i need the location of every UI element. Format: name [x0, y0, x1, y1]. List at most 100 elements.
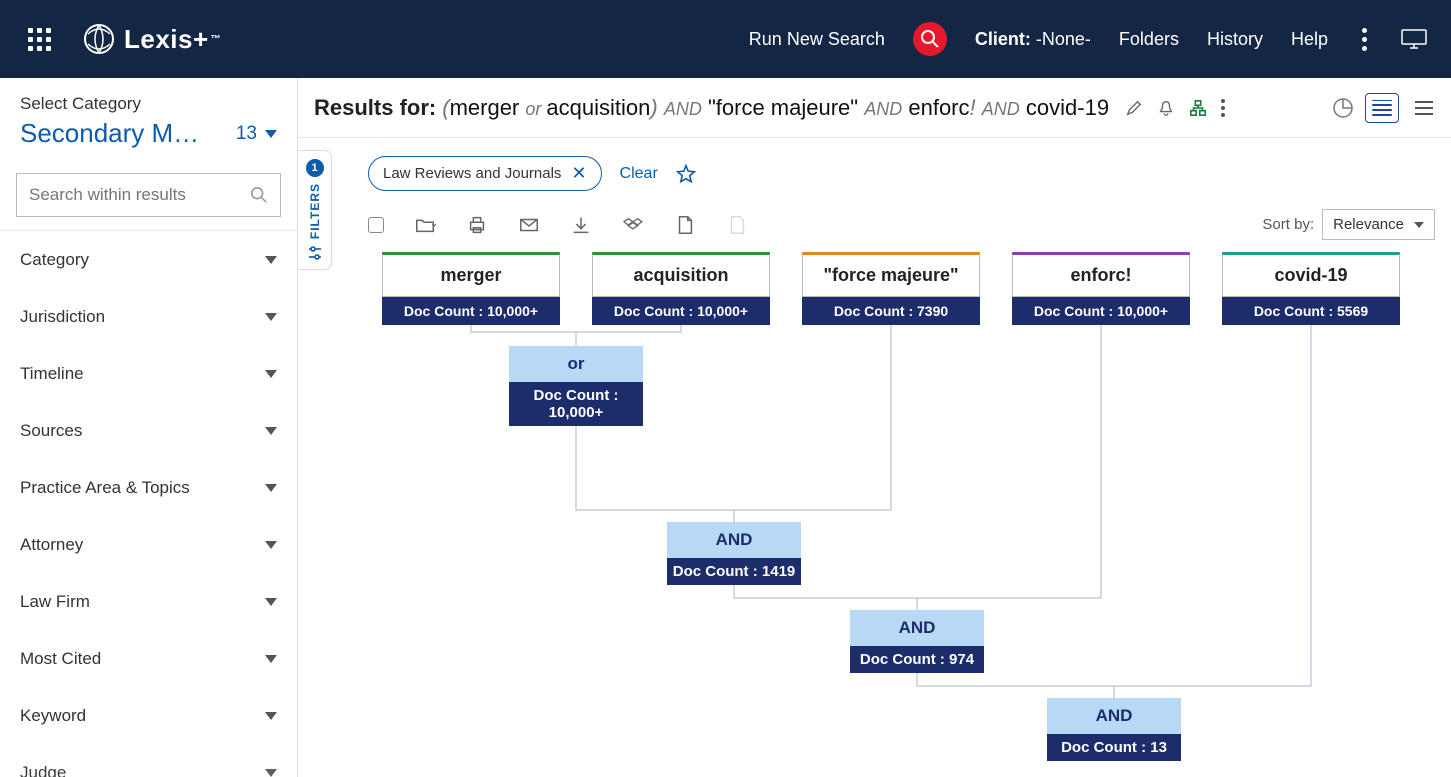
- chip-remove-icon[interactable]: ✕: [571, 163, 586, 184]
- term-label: merger: [382, 255, 560, 297]
- chevron-down-icon: [265, 130, 277, 138]
- client-link[interactable]: Client: -None-: [975, 29, 1091, 50]
- results-overflow-menu[interactable]: [1221, 99, 1225, 117]
- facet-timeline[interactable]: Timeline: [0, 345, 297, 402]
- op-node-and-3[interactable]: AND Doc Count : 13: [1047, 698, 1181, 761]
- applied-filters-row: Law Reviews and Journals ✕ Clear: [298, 138, 1451, 199]
- clear-filters-link[interactable]: Clear: [620, 165, 658, 183]
- chevron-down-icon: [265, 655, 277, 663]
- star-icon[interactable]: [676, 164, 696, 184]
- brand-logo[interactable]: Lexis+™: [82, 22, 221, 56]
- search-term-map: merger Doc Count : 10,000+ acquisition D…: [298, 252, 1451, 772]
- facet-label: Category: [20, 250, 89, 270]
- search-icon: [250, 186, 268, 204]
- term-node-merger[interactable]: merger Doc Count : 10,000+: [382, 252, 560, 325]
- folders-link[interactable]: Folders: [1119, 29, 1179, 50]
- history-link[interactable]: History: [1207, 29, 1263, 50]
- chip-label: Law Reviews and Journals: [383, 165, 561, 182]
- chevron-down-icon: [265, 484, 277, 492]
- filters-tab[interactable]: 1 FILTERS: [298, 150, 332, 270]
- results-toolbar: Sort by: Relevance: [298, 199, 1451, 244]
- facet-label: Law Firm: [20, 592, 90, 612]
- facet-keyword[interactable]: Keyword: [0, 687, 297, 744]
- term-node-force-majeure[interactable]: "force majeure" Doc Count : 7390: [802, 252, 980, 325]
- hamburger-icon[interactable]: [1415, 96, 1433, 120]
- term-count: Doc Count : 7390: [802, 297, 980, 325]
- select-all-checkbox[interactable]: [368, 217, 384, 233]
- facet-judge[interactable]: Judge: [0, 744, 297, 777]
- search-button[interactable]: [913, 22, 947, 56]
- download-icon[interactable]: [570, 214, 592, 236]
- help-link[interactable]: Help: [1291, 29, 1328, 50]
- facet-sources[interactable]: Sources: [0, 402, 297, 459]
- sort-select[interactable]: Relevance: [1322, 209, 1435, 240]
- facet-label: Most Cited: [20, 649, 101, 669]
- bell-icon[interactable]: [1157, 99, 1175, 117]
- op-count: Doc Count : 1419: [667, 558, 801, 585]
- dropbox-icon[interactable]: [622, 214, 644, 236]
- facet-attorney[interactable]: Attorney: [0, 516, 297, 573]
- term-node-covid[interactable]: covid-19 Doc Count : 5569: [1222, 252, 1400, 325]
- print-icon[interactable]: [466, 214, 488, 236]
- op-count: Doc Count : 10,000+: [509, 382, 643, 426]
- op-node-and-2[interactable]: AND Doc Count : 974: [850, 610, 984, 673]
- facet-jurisdiction[interactable]: Jurisdiction: [0, 288, 297, 345]
- email-icon[interactable]: [518, 214, 540, 236]
- sort-value: Relevance: [1333, 216, 1404, 233]
- run-new-search-link[interactable]: Run New Search: [749, 29, 885, 50]
- chevron-down-icon: [265, 313, 277, 321]
- results-header: Results for: (merger or acquisition) AND…: [298, 78, 1451, 138]
- facet-label: Practice Area & Topics: [20, 478, 190, 498]
- app-launcher-icon[interactable]: [24, 24, 54, 54]
- chevron-down-icon: [265, 370, 277, 378]
- op-label: AND: [850, 610, 984, 646]
- facet-most-cited[interactable]: Most Cited: [0, 630, 297, 687]
- sliders-icon: [307, 245, 323, 261]
- topbar: Lexis+™ Run New Search Client: -None- Fo…: [0, 0, 1451, 78]
- results-for-label: Results for:: [314, 95, 436, 121]
- facet-label: Attorney: [20, 535, 83, 555]
- facet-category[interactable]: Category: [0, 231, 297, 288]
- filter-chip[interactable]: Law Reviews and Journals ✕: [368, 156, 602, 191]
- document-icon[interactable]: [674, 214, 696, 236]
- pie-view-icon[interactable]: [1331, 96, 1355, 120]
- chevron-down-icon: [265, 541, 277, 549]
- chevron-down-icon: [265, 769, 277, 777]
- search-icon: [920, 29, 940, 49]
- term-label: acquisition: [592, 255, 770, 297]
- chevron-down-icon: [1414, 222, 1424, 228]
- search-within-input[interactable]: [29, 185, 250, 205]
- content: Results for: (merger or acquisition) AND…: [298, 78, 1451, 777]
- facet-list: Category Jurisdiction Timeline Sources P…: [0, 230, 297, 777]
- category-name: Secondary M…: [20, 118, 199, 149]
- term-node-enforc[interactable]: enforc! Doc Count : 10,000+: [1012, 252, 1190, 325]
- tree-icon[interactable]: [1189, 99, 1207, 117]
- facet-law-firm[interactable]: Law Firm: [0, 573, 297, 630]
- term-label: "force majeure": [802, 255, 980, 297]
- op-node-and-1[interactable]: AND Doc Count : 1419: [667, 522, 801, 585]
- facet-label: Sources: [20, 421, 82, 441]
- folder-icon[interactable]: [414, 214, 436, 236]
- chevron-down-icon: [265, 598, 277, 606]
- facet-label: Timeline: [20, 364, 84, 384]
- facet-practice-area[interactable]: Practice Area & Topics: [0, 459, 297, 516]
- term-count: Doc Count : 10,000+: [1012, 297, 1190, 325]
- topbar-overflow-menu[interactable]: [1356, 28, 1373, 51]
- term-node-acquisition[interactable]: acquisition Doc Count : 10,000+: [592, 252, 770, 325]
- search-within-results[interactable]: [16, 173, 281, 217]
- facet-label: Keyword: [20, 706, 86, 726]
- op-node-or[interactable]: or Doc Count : 10,000+: [509, 346, 643, 426]
- globe-icon: [82, 22, 116, 56]
- edit-icon[interactable]: [1125, 99, 1143, 117]
- query-display: (merger or acquisition) AND "force majeu…: [442, 95, 1109, 121]
- chevron-down-icon: [265, 712, 277, 720]
- monitor-icon[interactable]: [1401, 29, 1427, 49]
- list-view-button[interactable]: [1365, 93, 1399, 123]
- facet-label: Judge: [20, 763, 66, 777]
- op-label: AND: [667, 522, 801, 558]
- sort-label: Sort by:: [1262, 216, 1314, 233]
- chevron-down-icon: [265, 427, 277, 435]
- client-value: -None-: [1036, 29, 1091, 49]
- category-selector[interactable]: Secondary M… 13: [20, 118, 277, 149]
- brand-text: Lexis+: [124, 24, 209, 55]
